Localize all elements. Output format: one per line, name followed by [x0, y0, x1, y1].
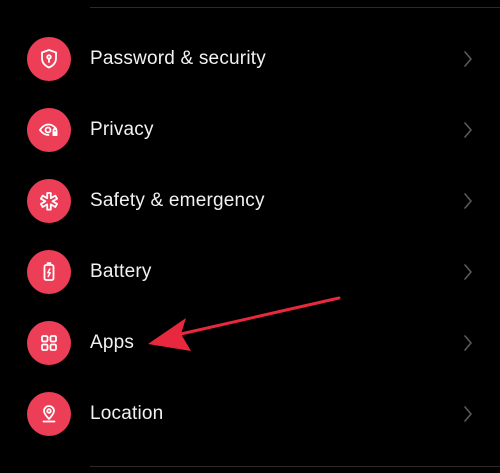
chevron-right-icon	[462, 404, 474, 424]
shield-lock-icon	[27, 37, 71, 81]
settings-item-label: Battery	[90, 261, 152, 282]
chevron-right-icon	[462, 333, 474, 353]
chevron-right-icon	[462, 191, 474, 211]
bottom-divider	[90, 466, 500, 467]
settings-item-label: Password & security	[90, 48, 266, 69]
settings-item-label: Apps	[90, 332, 135, 353]
settings-list: Password & security Privacy Safety & eme…	[0, 23, 500, 449]
privacy-eye-icon	[27, 108, 71, 152]
settings-item-label: Location	[90, 403, 164, 424]
location-pin-icon	[27, 392, 71, 436]
settings-item-battery[interactable]: Battery	[0, 236, 500, 307]
chevron-right-icon	[462, 262, 474, 282]
apps-grid-icon	[27, 321, 71, 365]
settings-item-label: Privacy	[90, 119, 154, 140]
settings-item-location[interactable]: Location	[0, 378, 500, 449]
settings-item-safety-emergency[interactable]: Safety & emergency	[0, 165, 500, 236]
chevron-right-icon	[462, 120, 474, 140]
chevron-right-icon	[462, 49, 474, 69]
settings-item-password-security[interactable]: Password & security	[0, 23, 500, 94]
asterisk-icon	[27, 179, 71, 223]
battery-icon	[27, 250, 71, 294]
top-divider	[90, 7, 500, 8]
settings-item-privacy[interactable]: Privacy	[0, 94, 500, 165]
settings-item-label: Safety & emergency	[90, 190, 265, 211]
settings-item-apps[interactable]: Apps	[0, 307, 500, 378]
